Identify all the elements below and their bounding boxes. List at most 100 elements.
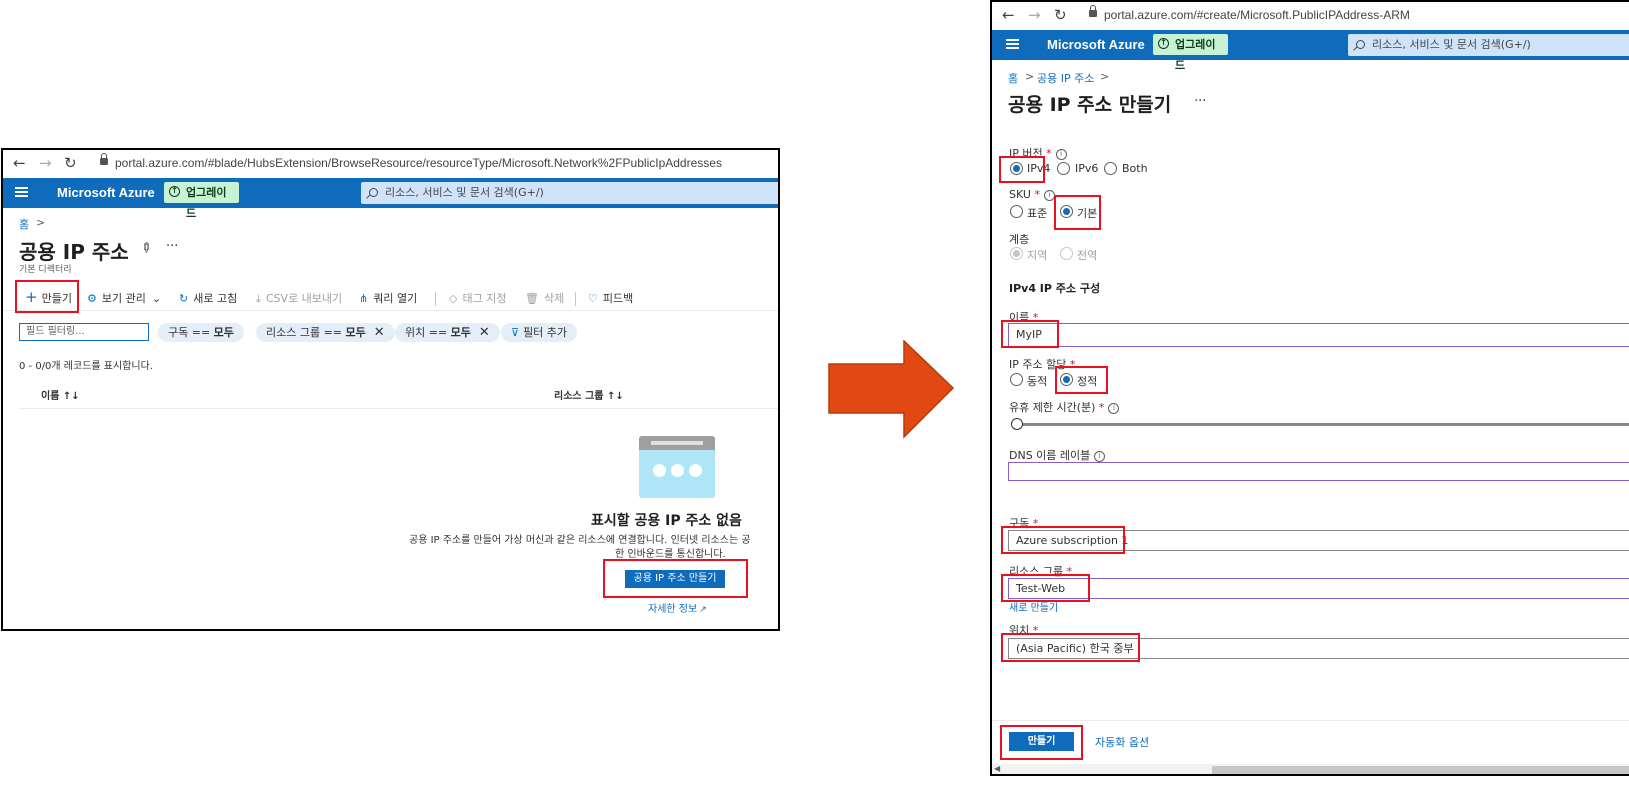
reload-icon[interactable]: ↻ [1054, 6, 1067, 24]
upgrade-label: 업그레이드 [1175, 38, 1216, 72]
pill-key: 위치 == [405, 326, 451, 339]
address-bar: ← → ↻ portal.azure.com/#create/Microsoft… [992, 2, 1629, 31]
refresh-label: 새로 고침 [193, 292, 238, 305]
info-icon[interactable]: i [1108, 403, 1120, 414]
name-input[interactable]: MyIP [1008, 323, 1629, 347]
required-mark: * [1098, 401, 1105, 414]
idle-timeout-slider-thumb[interactable] [1011, 418, 1023, 430]
export-csv-button[interactable]: ⤓ CSV로 내보내기 [256, 290, 342, 306]
pin-icon[interactable]: ✎ [136, 239, 154, 257]
portal-topbar: Microsoft Azure ↑ 업그레이드 리소스, 서비스 및 문서 검색… [992, 30, 1629, 72]
left-browser-window: ← → ↻ portal.azure.com/#blade/HubsExtens… [1, 148, 780, 631]
info-icon[interactable]: i [1055, 149, 1067, 160]
menu-icon[interactable] [15, 187, 28, 189]
horizontal-scrollbar[interactable]: ◀ [992, 764, 1629, 774]
more-options-icon[interactable]: ··· [166, 239, 178, 254]
add-filter-button[interactable]: ⊽ 필터 추가 [501, 323, 578, 342]
export-csv-label: CSV로 내보내기 [265, 292, 343, 305]
radio-both[interactable] [1104, 162, 1117, 175]
filter-add-icon: ⊽ [511, 326, 520, 339]
column-header-name[interactable]: 이름 ↑↓ [41, 387, 80, 402]
url-text[interactable]: portal.azure.com/#blade/HubsExtension/Br… [115, 156, 722, 170]
filter-field-input[interactable]: 필드 필터링... [19, 323, 149, 341]
learn-more-link[interactable]: 자세한 정보 ↗ [648, 600, 707, 615]
back-icon[interactable]: ← [13, 154, 26, 172]
required-mark: * [1046, 147, 1052, 160]
filter-pill-subscription[interactable]: 구독 == 모두 [158, 323, 244, 342]
delete-button[interactable]: 🗑 삭제 [525, 290, 564, 306]
search-icon [1356, 40, 1365, 49]
sku-text: SKU [1009, 188, 1031, 201]
radio-standard-label[interactable]: 표준 [1027, 205, 1047, 221]
download-icon: ⤓ [256, 292, 261, 305]
highlight-create-public-ip [603, 559, 748, 598]
feedback-button[interactable]: ♡ 피드백 [588, 290, 633, 306]
dot-icon [689, 464, 702, 477]
scrollbar-thumb[interactable] [1212, 766, 1629, 774]
close-icon[interactable]: ✕ [374, 323, 385, 342]
more-options-icon[interactable]: ··· [1194, 94, 1206, 109]
right-browser-window: ← → ↻ portal.azure.com/#create/Microsoft… [990, 0, 1629, 776]
brand-name[interactable]: Microsoft Azure [57, 185, 155, 200]
forward-icon[interactable]: → [1028, 6, 1041, 24]
scroll-left-icon[interactable]: ◀ [994, 764, 1000, 773]
radio-ipv6[interactable] [1057, 162, 1070, 175]
radio-dynamic[interactable] [1010, 373, 1023, 386]
manage-view-button[interactable]: ⚙ 보기 관리 ⌄ [87, 290, 161, 306]
radio-ipv6-label[interactable]: IPv6 [1075, 162, 1098, 175]
info-icon[interactable]: i [1094, 451, 1106, 462]
radio-global-label[interactable]: 전역 [1077, 247, 1097, 263]
radio-regional-label[interactable]: 지역 [1027, 247, 1047, 263]
page-title: 공용 IP 주소 [19, 240, 129, 264]
dns-label-input[interactable] [1008, 462, 1629, 481]
radio-global[interactable] [1060, 247, 1073, 260]
automation-options-link[interactable]: 자동화 옵션 [1095, 734, 1149, 750]
refresh-icon: ↻ [179, 292, 189, 305]
assign-tags-button[interactable]: ◇ 태그 지정 [449, 290, 506, 306]
radio-both-label[interactable]: Both [1122, 162, 1148, 175]
highlight-ipv4 [999, 156, 1045, 183]
resource-group-select[interactable]: Test-Web [1008, 578, 1629, 599]
breadcrumb-home[interactable]: 홈 [19, 216, 29, 232]
highlight-create [15, 280, 79, 313]
page-title: 공용 IP 주소 만들기 [1008, 94, 1172, 116]
back-icon[interactable]: ← [1002, 6, 1015, 24]
learn-more-label: 자세한 정보 [648, 604, 698, 615]
forward-icon[interactable]: → [39, 154, 52, 172]
toolbar-divider [435, 292, 436, 306]
filter-pill-resource-group[interactable]: 리소스 그룹 == 모두 ✕ [256, 323, 395, 342]
refresh-button[interactable]: ↻ 새로 고침 [179, 290, 237, 306]
ipv4-section-heading: IPv4 IP 주소 구성 [1009, 282, 1101, 295]
column-header-resource-group[interactable]: 리소스 그룹 ↑↓ [554, 387, 624, 402]
brand-name[interactable]: Microsoft Azure [1047, 37, 1145, 52]
url-text[interactable]: portal.azure.com/#create/Microsoft.Publi… [1104, 8, 1410, 22]
empty-state-description-line2: 한 인바운드를 통신합니다. [615, 549, 726, 560]
breadcrumb-public-ip[interactable]: 공용 IP 주소 [1037, 70, 1094, 86]
radio-standard[interactable] [1010, 205, 1023, 218]
idle-timeout-slider-track[interactable] [1014, 423, 1629, 426]
add-filter-label: 필터 추가 [523, 326, 568, 339]
external-link-icon: ↗ [699, 605, 707, 615]
highlight-basic [1054, 195, 1101, 230]
highlight-name [1001, 320, 1059, 348]
search-input[interactable]: 리소스, 서비스 및 문서 검색(G+/) [361, 182, 778, 204]
search-input[interactable]: 리소스, 서비스 및 문서 검색(G+/) [1348, 34, 1629, 56]
sku-label: SKU * i [1009, 188, 1055, 201]
open-query-button[interactable]: ⋔ 쿼리 열기 [359, 290, 417, 306]
tier-label: 계층 [1009, 233, 1030, 246]
filter-pill-location[interactable]: 위치 == 모두 ✕ [395, 323, 500, 342]
reload-icon[interactable]: ↻ [64, 154, 77, 172]
breadcrumb-home[interactable]: 홈 [1008, 70, 1018, 86]
upgrade-button[interactable]: ↑ 업그레이드 [164, 182, 239, 220]
record-count: 0 - 0/0개 레코드를 표시합니다. [19, 361, 153, 372]
radio-dynamic-label[interactable]: 동적 [1027, 373, 1047, 389]
toolbar-separator [3, 310, 778, 311]
menu-icon[interactable] [1006, 39, 1019, 41]
delete-label: 삭제 [543, 292, 565, 305]
upgrade-button[interactable]: ↑ 업그레이드 [1153, 34, 1228, 72]
radio-regional[interactable] [1010, 247, 1023, 260]
assign-tags-label: 태그 지정 [462, 292, 507, 305]
close-icon[interactable]: ✕ [479, 323, 490, 342]
search-icon [369, 188, 378, 197]
breadcrumb-separator: > [1025, 70, 1035, 83]
